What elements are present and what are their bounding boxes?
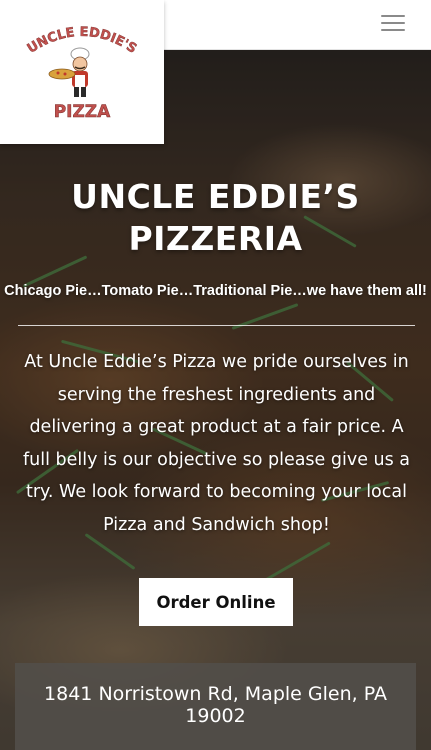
logo-bottom-text: PIZZA — [54, 102, 111, 122]
divider — [18, 325, 415, 326]
order-online-button[interactable]: Order Online — [139, 578, 293, 626]
page-title: UNCLE EDDIE’S PIZZERIA — [0, 176, 431, 260]
hamburger-menu-button[interactable] — [381, 15, 405, 33]
title-line-2: PIZZERIA — [128, 219, 303, 258]
address-text: 1841 Norristown Rd, Maple Glen, PA 19002 — [15, 683, 416, 727]
address-box: 1841 Norristown Rd, Maple Glen, PA 19002 — [15, 663, 416, 750]
logo[interactable]: UNCLE EDDIE'S PIZZA — [0, 0, 164, 144]
address-line-1: 1841 Norristown Rd, Maple Glen, PA — [44, 683, 387, 705]
description-paragraph: At Uncle Eddie’s Pizza we pride ourselve… — [22, 352, 411, 535]
address-line-2: 19002 — [185, 705, 246, 727]
title-line-1: UNCLE EDDIE’S — [71, 177, 360, 216]
menu-line — [381, 29, 405, 31]
menu-line — [381, 22, 405, 24]
uncle-eddies-pizza-logo: UNCLE EDDIE'S PIZZA — [25, 25, 140, 123]
menu-line — [381, 15, 405, 17]
tagline: Chicago Pie…Tomato Pie…Traditional Pie…w… — [4, 283, 427, 299]
